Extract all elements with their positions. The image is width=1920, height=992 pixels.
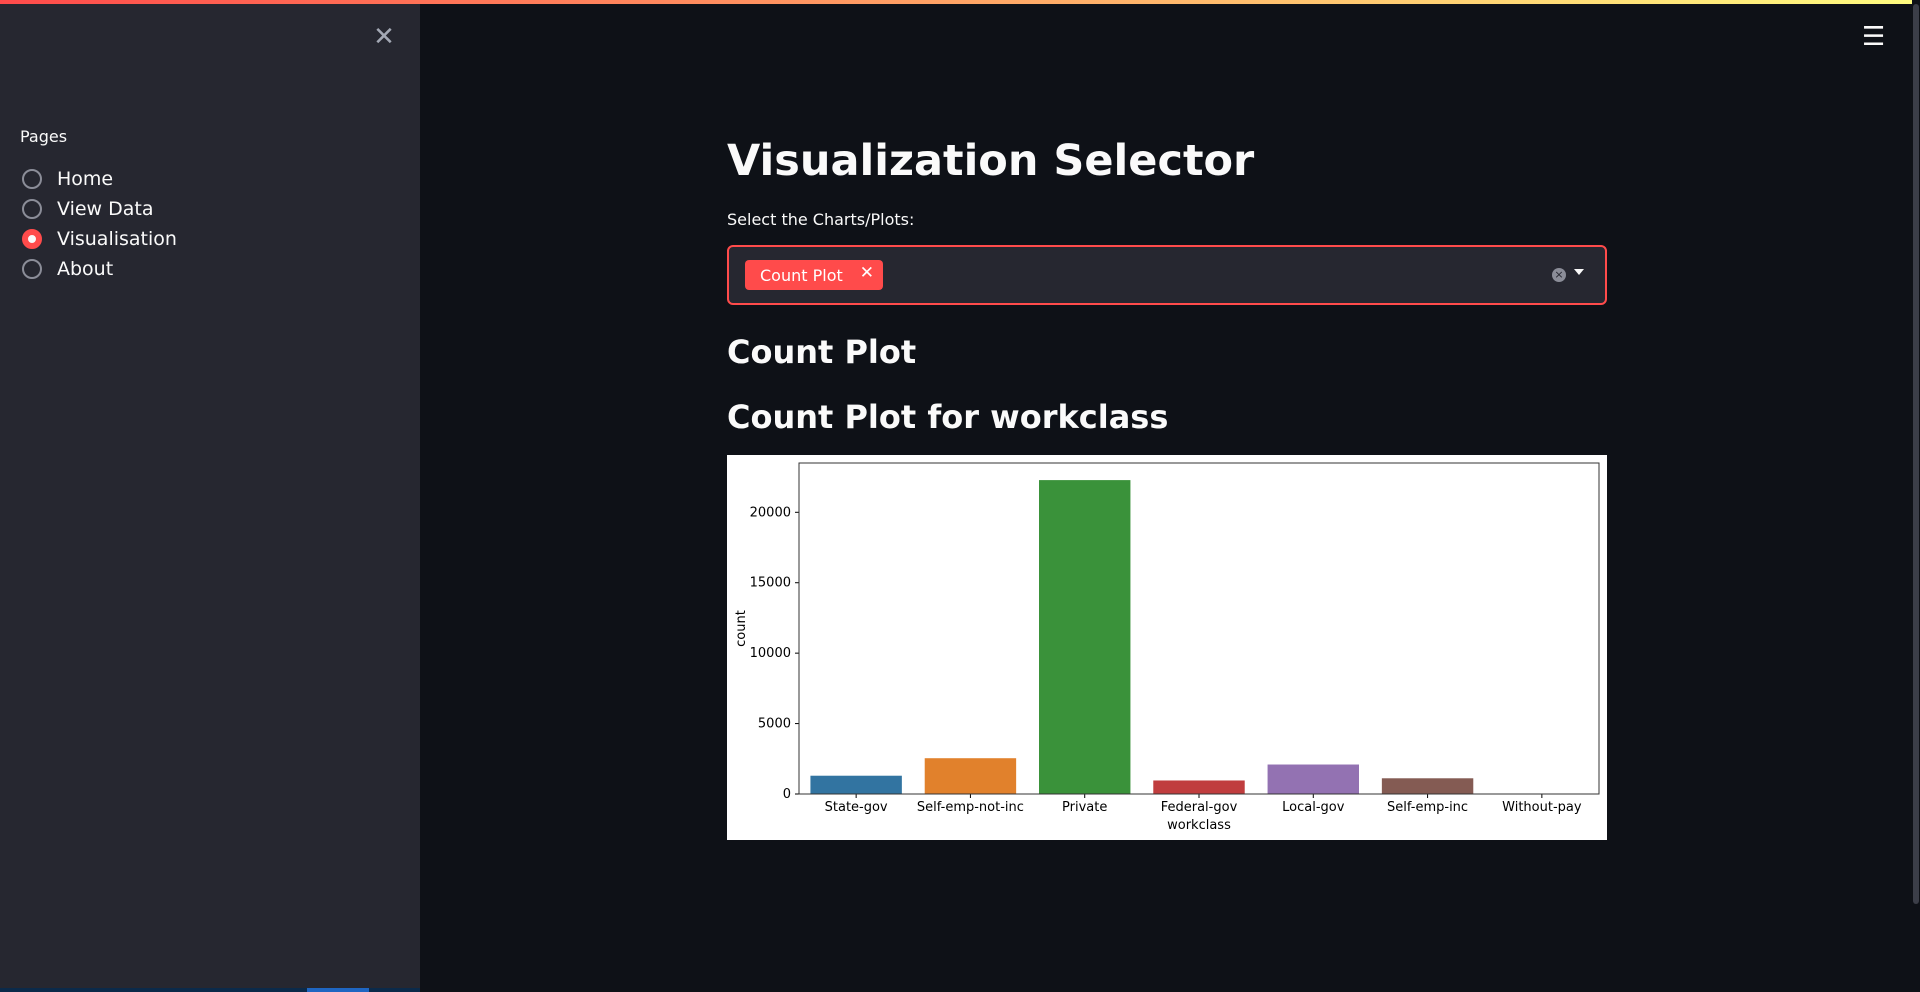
radio-circle-icon[interactable] (22, 259, 42, 279)
x-tick-label: Without-pay (1502, 800, 1582, 815)
y-tick-label: 10000 (750, 646, 791, 661)
bar-self-emp-inc (1381, 778, 1474, 794)
x-tick-label: Local-gov (1282, 800, 1345, 815)
section-title: Count Plot (727, 333, 917, 371)
pages-radio-group: Home View Data Visualisation About (22, 164, 177, 284)
bottom-tab-indicator (307, 988, 369, 992)
y-tick-label: 0 (783, 787, 791, 802)
bar-local-gov (1267, 764, 1359, 794)
chevron-down-icon[interactable] (1574, 269, 1584, 275)
radio-label: About (57, 258, 114, 280)
radio-item-visualisation[interactable]: Visualisation (22, 224, 177, 254)
chart-svg: State-gov Self-emp-not-inc Private Federal-… (734, 462, 1600, 833)
radio-label: Visualisation (57, 228, 177, 250)
scrollbar-thumb[interactable] (1913, 4, 1919, 904)
y-tick-label: 20000 (750, 505, 791, 520)
bar-private (1039, 480, 1131, 794)
radio-item-home[interactable]: Home (22, 164, 177, 194)
plot-frame (798, 462, 1600, 795)
y-axis-label: count (734, 610, 749, 647)
radio-circle-icon[interactable] (22, 199, 42, 219)
radio-label: Home (57, 168, 114, 190)
y-tick-label: 5000 (758, 717, 791, 732)
selected-tag: Count Plot ✕ (745, 260, 883, 290)
chart-multiselect[interactable]: Count Plot ✕ × (727, 245, 1607, 305)
sidebar: ✕ Pages Home View Data Visualisation Abo… (0, 4, 420, 992)
hamburger-icon[interactable]: ☰ (1862, 22, 1885, 52)
radio-selected-icon[interactable] (22, 229, 42, 249)
tag-label: Count Plot (760, 265, 843, 285)
bar-self-emp-not-inc (924, 758, 1017, 794)
x-tick-label: Self-emp-inc (1387, 800, 1468, 815)
scrollbar[interactable] (1912, 0, 1920, 992)
bar-federal-gov (1153, 780, 1245, 794)
x-tick-label: Private (1062, 800, 1107, 815)
clear-all-icon[interactable]: × (1552, 268, 1566, 282)
x-axis-label: workclass (1167, 818, 1231, 833)
radio-circle-icon[interactable] (22, 169, 42, 189)
x-tick-label: Federal-gov (1161, 800, 1238, 815)
count-plot-chart: State-gov Self-emp-not-inc Private Federal-… (727, 455, 1607, 840)
tag-remove-icon[interactable]: ✕ (860, 263, 874, 283)
x-tick-label: Self-emp-not-inc (917, 800, 1024, 815)
pages-label: Pages (20, 127, 68, 146)
close-icon[interactable]: ✕ (372, 24, 396, 50)
radio-label: View Data (57, 198, 154, 220)
x-tick-label: State-gov (825, 800, 888, 815)
radio-item-about[interactable]: About (22, 254, 177, 284)
radio-item-view-data[interactable]: View Data (22, 194, 177, 224)
bar-state-gov (810, 775, 902, 794)
select-label: Select the Charts/Plots: (727, 210, 915, 229)
chart-heading: Count Plot for workclass (727, 398, 1169, 436)
page-title: Visualization Selector (727, 136, 1255, 186)
y-tick-label: 15000 (750, 576, 791, 591)
